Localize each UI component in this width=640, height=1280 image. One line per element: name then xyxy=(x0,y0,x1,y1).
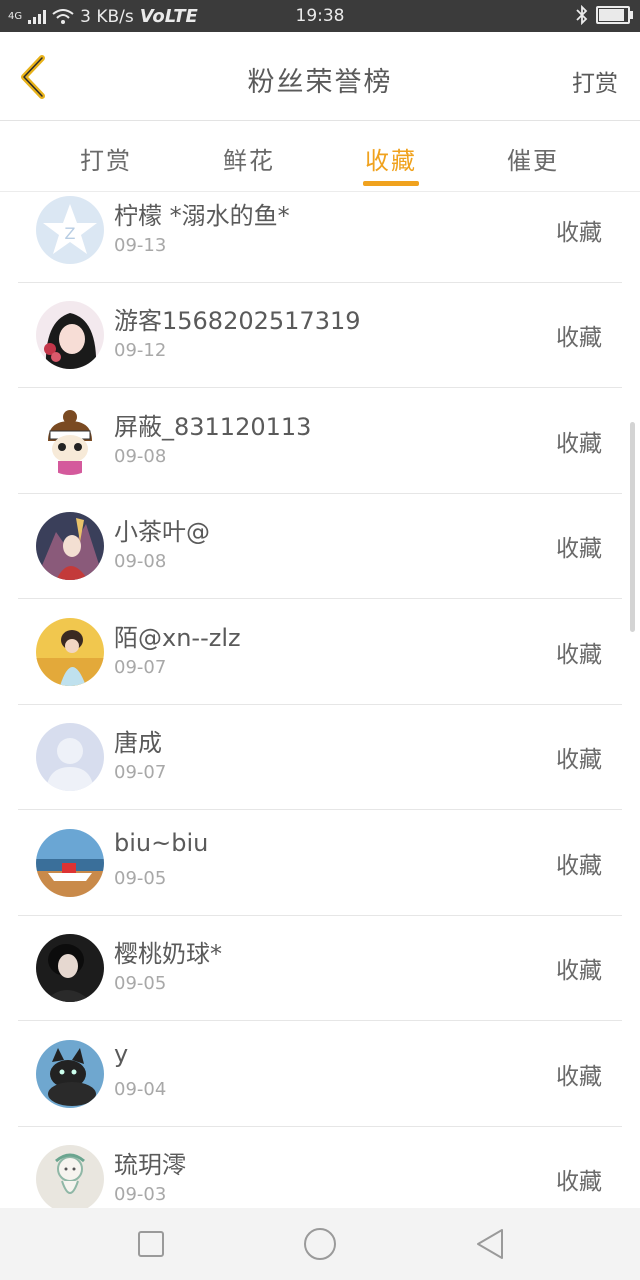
list-item[interactable]: 陌@xn--zlz 09-07 收藏 xyxy=(18,599,622,705)
action-date: 09-08 xyxy=(114,551,167,572)
list-item[interactable]: biu~biu 09-05 收藏 xyxy=(18,810,622,916)
user-name: 游客1568202517319 xyxy=(114,307,361,335)
action-label: 收藏 xyxy=(556,1169,602,1195)
tab-reward[interactable]: 打赏 xyxy=(51,141,161,176)
action-date: 09-05 xyxy=(114,868,167,889)
battery-fill xyxy=(599,9,624,21)
action-date: 09-03 xyxy=(114,1184,167,1205)
reward-button[interactable]: 打赏 xyxy=(572,64,618,98)
list-item[interactable]: 屏蔽_831120113 09-08 收藏 xyxy=(18,388,622,494)
system-nav-bar xyxy=(0,1208,640,1280)
anime-character-avatar xyxy=(36,512,104,580)
list-item[interactable]: 琉玥澪 09-03 收藏 xyxy=(18,1126,622,1208)
user-name: 琉玥澪 xyxy=(114,1151,186,1179)
tab-bar: 打赏 鲜花 收藏 催更 xyxy=(0,121,640,192)
sketch-avatar xyxy=(36,1145,104,1208)
action-label: 收藏 xyxy=(556,325,602,351)
dark-portrait-avatar xyxy=(36,934,104,1002)
user-name: 屏蔽_831120113 xyxy=(114,413,312,441)
boat-beach-avatar xyxy=(36,829,104,897)
action-label: 收藏 xyxy=(556,747,602,773)
black-cat-avatar xyxy=(36,1040,104,1108)
field-girl-avatar xyxy=(36,618,104,686)
default-star-avatar: Z xyxy=(36,196,104,264)
scrollbar[interactable] xyxy=(630,422,635,632)
fans-list: Z 柠檬 *溺水的鱼* 09-13 收藏 游客1568202517319 09-… xyxy=(0,192,640,1208)
action-date: 09-13 xyxy=(114,235,167,256)
list-item[interactable]: 游客1568202517319 09-12 收藏 xyxy=(18,282,622,388)
square-icon[interactable] xyxy=(133,1226,169,1262)
status-bar: 4G 3 KB/s VoLTE 19:38 xyxy=(0,0,640,32)
status-right xyxy=(576,5,633,25)
bluetooth-icon xyxy=(576,5,588,25)
battery-icon xyxy=(596,6,633,24)
cartoon-girl-avatar xyxy=(36,407,104,475)
user-name: 唐成 xyxy=(114,729,162,757)
user-name: 陌@xn--zlz xyxy=(114,624,241,652)
list-item[interactable]: 樱桃奶球* 09-05 收藏 xyxy=(18,915,622,1021)
active-tab-indicator xyxy=(363,181,419,186)
action-label: 收藏 xyxy=(556,536,602,562)
action-date: 09-07 xyxy=(114,657,167,678)
user-name: 柠檬 *溺水的鱼* xyxy=(114,202,290,230)
circle-icon[interactable] xyxy=(302,1226,338,1262)
action-label: 收藏 xyxy=(556,642,602,668)
default-person-avatar xyxy=(36,723,104,791)
triangle-back-icon[interactable] xyxy=(474,1226,510,1262)
clock: 19:38 xyxy=(295,6,345,26)
action-date: 09-07 xyxy=(114,762,167,783)
action-label: 收藏 xyxy=(556,958,602,984)
page-title: 粉丝荣誉榜 xyxy=(247,67,393,98)
user-name: 小茶叶@ xyxy=(114,518,210,546)
list-item[interactable]: 唐成 09-07 收藏 xyxy=(18,704,622,810)
user-name: 樱桃奶球* xyxy=(114,940,222,968)
action-date: 09-04 xyxy=(114,1079,167,1100)
list-item[interactable]: y 09-04 收藏 xyxy=(18,1021,622,1127)
action-label: 收藏 xyxy=(556,853,602,879)
action-label: 收藏 xyxy=(556,220,602,246)
action-date: 09-12 xyxy=(114,340,167,361)
action-label: 收藏 xyxy=(556,1064,602,1090)
svg-text:Z: Z xyxy=(65,224,76,243)
action-date: 09-05 xyxy=(114,973,167,994)
tab-flowers[interactable]: 鲜花 xyxy=(194,141,304,176)
list-item[interactable]: Z 柠檬 *溺水的鱼* 09-13 收藏 xyxy=(18,192,622,283)
app-header: 粉丝荣誉榜 打赏 xyxy=(0,32,640,121)
anime-girl-avatar xyxy=(36,301,104,369)
list-item[interactable]: 小茶叶@ 09-08 收藏 xyxy=(18,493,622,599)
tab-urge-update[interactable]: 催更 xyxy=(478,141,588,176)
tab-favorites[interactable]: 收藏 xyxy=(336,141,446,176)
action-label: 收藏 xyxy=(556,431,602,457)
action-date: 09-08 xyxy=(114,446,167,467)
user-name: y xyxy=(114,1040,129,1068)
user-name: biu~biu xyxy=(114,829,209,857)
